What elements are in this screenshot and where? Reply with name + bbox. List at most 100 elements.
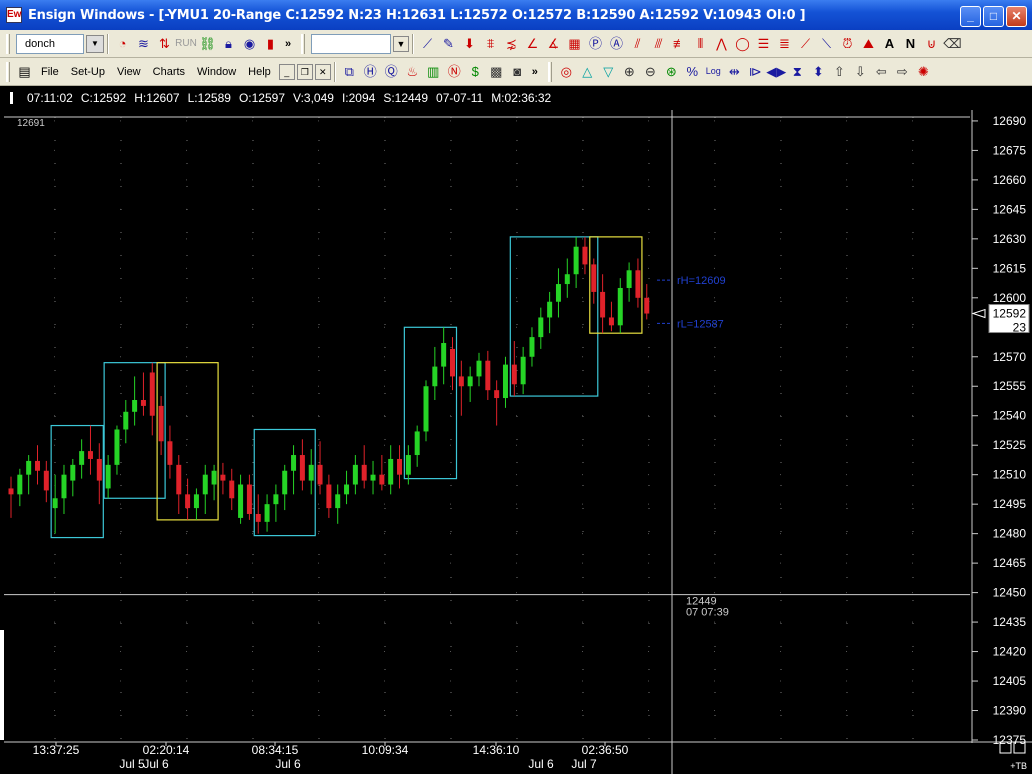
mdi-minimize-button[interactable]: _ [278, 63, 295, 80]
value-dropdown-button[interactable]: ▼ [393, 35, 409, 52]
toolbar-grip[interactable] [301, 33, 305, 54]
candle-body [511, 364, 517, 385]
triangle-icon[interactable]: ⛰︎ [858, 33, 879, 54]
dollar-icon[interactable]: $ [465, 61, 486, 82]
p-box-icon[interactable]: Ⓟ [585, 33, 606, 54]
horizontal-lines-icon[interactable]: ☰ [753, 33, 774, 54]
mdi-close-button[interactable]: ✕ [314, 63, 331, 80]
alarm-icon[interactable]: ⏰︎ [837, 33, 858, 54]
up-down-icon[interactable]: ⬍ [808, 61, 829, 82]
h-box-icon[interactable]: Ⓗ [360, 61, 381, 82]
arrow-left-icon[interactable]: ⇦ [871, 61, 892, 82]
layout-icon[interactable]: ⧉ [339, 61, 360, 82]
q-box-icon[interactable]: Ⓠ [381, 61, 402, 82]
regression-icon[interactable]: ≢ [669, 33, 690, 54]
candle-body [450, 348, 455, 377]
candle-body [502, 364, 508, 399]
toolbar-grip[interactable] [547, 61, 552, 82]
circle-icon[interactable]: ◯ [732, 33, 753, 54]
candle-body [441, 343, 447, 367]
candle-body [282, 470, 288, 495]
down-arrow-icon[interactable]: ⬇ [459, 33, 480, 54]
toolbar-overflow-chevron[interactable]: » [528, 66, 542, 78]
camera-icon[interactable]: ◙ [507, 61, 528, 82]
candle-body [405, 455, 411, 475]
candle-body [308, 464, 314, 481]
fibonacci-icon[interactable]: ⩨ [480, 33, 501, 54]
minimize-button[interactable]: _ [960, 6, 981, 27]
menu-view[interactable]: View [111, 62, 147, 82]
text-a-icon[interactable]: A [879, 33, 900, 54]
clock-icon[interactable]: ◔ [112, 33, 133, 54]
reset-icon[interactable]: ✺ [913, 61, 934, 82]
link-icon[interactable]: ⛓ [197, 33, 218, 54]
bar-chart-icon[interactable]: ▥ [423, 61, 444, 82]
speed-lines-icon[interactable]: ⟋ [795, 33, 816, 54]
candle-body [264, 504, 270, 522]
menu-charts[interactable]: Charts [147, 62, 191, 82]
menu-file[interactable]: File [35, 62, 65, 82]
gann-fan-icon[interactable]: ∠ [522, 33, 543, 54]
news-icon[interactable]: Ⓝ [444, 61, 465, 82]
log-scale-icon[interactable]: Log [703, 61, 724, 82]
price-tick-label: 12645 [993, 202, 1027, 216]
ruler-icon[interactable]: ≣ [774, 33, 795, 54]
study-dropdown-button[interactable]: ▼ [86, 34, 104, 53]
scroll-left-right-icon[interactable]: ◀▶ [766, 61, 787, 82]
angle-icon[interactable]: ∡ [543, 33, 564, 54]
mdi-restore-button[interactable]: ❐ [296, 63, 313, 80]
diagonal-icon[interactable]: ⟍ [816, 33, 837, 54]
wave-icon[interactable]: ≋ [133, 33, 154, 54]
compress-icon[interactable]: ⇹ [724, 61, 745, 82]
study-name-field[interactable]: donch [16, 33, 84, 54]
text-n-icon[interactable]: N [900, 33, 921, 54]
fan-icon[interactable]: ⋨ [501, 33, 522, 54]
arrow-up-icon[interactable]: ⇧ [829, 61, 850, 82]
wave-count-icon[interactable]: ⋀ [711, 33, 732, 54]
document-icon[interactable]: ▤ [14, 61, 35, 82]
cycle-lines-icon[interactable]: ⦀ [690, 33, 711, 54]
eraser-icon[interactable]: ⌫ [942, 33, 963, 54]
zoom-fit-icon[interactable]: ⊛ [661, 61, 682, 82]
scroll-right-icon[interactable]: ⧐ [745, 61, 766, 82]
app-icon[interactable]: Ew [6, 7, 22, 23]
price-tick-label: 12570 [993, 350, 1027, 364]
price-chart[interactable]: rH=12609rL=125871244907 07:39 1269012675… [0, 110, 1032, 774]
price-tick-label: 12690 [993, 114, 1027, 128]
toolbar-grip[interactable] [6, 33, 10, 54]
a-box-icon[interactable]: Ⓐ [606, 33, 627, 54]
trendline-icon[interactable]: ⟋ [417, 33, 438, 54]
hourglass-icon[interactable]: ⧗ [787, 61, 808, 82]
menu-help[interactable]: Help [242, 62, 277, 82]
maximize-button[interactable]: □ [983, 6, 1004, 27]
channel-icon[interactable]: ⫻ [648, 33, 669, 54]
candle-icon[interactable]: ▮ [260, 33, 281, 54]
flame-icon[interactable]: ♨ [402, 61, 423, 82]
value-field[interactable] [311, 33, 391, 54]
toolbar-grip[interactable] [6, 61, 10, 82]
run-button[interactable]: RUN [175, 38, 197, 49]
parallel-lines-icon[interactable]: ⫽ [627, 33, 648, 54]
percent-icon[interactable]: % [682, 61, 703, 82]
sort-arrows-icon[interactable]: ⇅ [154, 33, 175, 54]
arrow-right-icon[interactable]: ⇨ [892, 61, 913, 82]
toolbar-overflow-chevron[interactable]: » [281, 38, 295, 50]
up-triangle-icon[interactable]: △ [577, 61, 598, 82]
menu-window[interactable]: Window [191, 62, 242, 82]
magnet-icon[interactable]: ⊍ [921, 33, 942, 54]
target-icon[interactable]: ◎ [556, 61, 577, 82]
quote-board-icon[interactable]: ▩ [486, 61, 507, 82]
chart-type-icon[interactable]: ◉ [239, 33, 260, 54]
lock-icon[interactable]: 🔒︎ [218, 33, 239, 54]
separator [107, 33, 109, 54]
info-marker [10, 92, 13, 104]
menu-setup[interactable]: Set-Up [65, 62, 111, 82]
close-button[interactable]: ✕ [1006, 6, 1027, 27]
pencil-icon[interactable]: ✎ [438, 33, 459, 54]
grid-icon[interactable]: ▦ [564, 33, 585, 54]
tb-label: +TB [1010, 761, 1027, 771]
arrow-down-icon[interactable]: ⇩ [850, 61, 871, 82]
zoom-in-icon[interactable]: ⊕ [619, 61, 640, 82]
down-triangle-icon[interactable]: ▽ [598, 61, 619, 82]
zoom-out-icon[interactable]: ⊖ [640, 61, 661, 82]
